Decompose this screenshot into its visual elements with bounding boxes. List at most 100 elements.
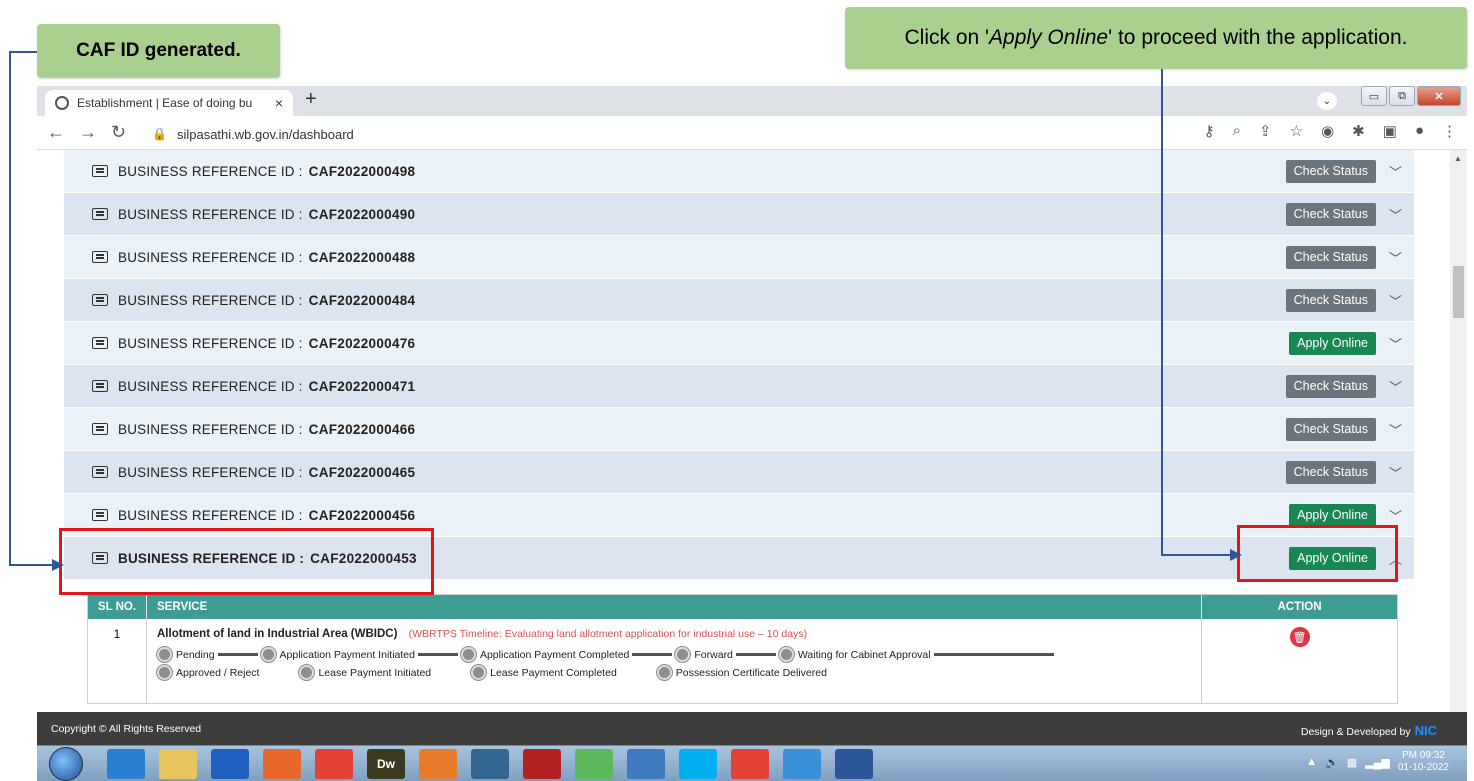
chevron-down-icon[interactable]: ﹀ — [1389, 162, 1402, 181]
service-row: 1 Allotment of land in Industrial Area (… — [88, 619, 1397, 703]
skype-icon[interactable] — [679, 749, 717, 779]
forward-icon[interactable]: → — [79, 122, 97, 143]
document-icon — [92, 294, 108, 306]
business-row[interactable]: BUSINESS REFERENCE ID : CAF2022000465 Chec… — [64, 451, 1414, 494]
chrome-icon[interactable] — [315, 749, 353, 779]
chevron-down-icon[interactable]: ﹀ — [1389, 420, 1402, 439]
new-tab-button[interactable]: + — [305, 88, 317, 111]
check-status-button[interactable]: Check Status — [1285, 417, 1376, 441]
tab-close-icon[interactable]: × — [275, 95, 283, 111]
ie-icon[interactable] — [107, 749, 145, 779]
check-status-button[interactable]: Check Status — [1285, 202, 1376, 226]
explorer-icon[interactable] — [159, 749, 197, 779]
browser-tab[interactable]: Establishment | Ease of doing bu × — [45, 90, 293, 116]
apply-online-button[interactable]: Apply Online — [1289, 331, 1376, 355]
row-caf-id: CAF2022000488 — [308, 249, 416, 265]
tab-search-icon[interactable]: ⌄ — [1317, 92, 1337, 110]
business-row[interactable]: BUSINESS REFERENCE ID : CAF2022000490 Chec… — [64, 193, 1414, 236]
zoom-icon[interactable]: ⌕ — [1233, 122, 1241, 140]
document-icon — [92, 165, 108, 177]
row-label: BUSINESS REFERENCE ID : — [118, 378, 303, 394]
status-step-label: Approved / Reject — [176, 666, 260, 679]
network-icon[interactable]: ▦ — [1347, 756, 1357, 769]
maximize-button[interactable]: ⧉ — [1389, 86, 1415, 106]
apply-online-button[interactable]: Apply Online — [1289, 503, 1376, 527]
chevron-down-icon[interactable]: ﹀ — [1389, 291, 1402, 310]
business-row[interactable]: BUSINESS REFERENCE ID : CAF2022000484 Chec… — [64, 279, 1414, 322]
sidepanel-icon[interactable]: ▣ — [1383, 122, 1397, 140]
chrome-icon[interactable] — [731, 749, 769, 779]
close-window-button[interactable]: ✕ — [1417, 86, 1461, 106]
xampp-icon[interactable] — [419, 749, 457, 779]
chevron-down-icon[interactable]: ﹀ — [1389, 377, 1402, 396]
check-status-button[interactable]: Check Status — [1285, 245, 1376, 269]
postgres-icon[interactable] — [471, 749, 509, 779]
status-dot-icon — [778, 647, 794, 662]
header-service: SERVICE — [146, 595, 1201, 619]
status-steps-line1: Pending Application Payment Initiated Appl… — [157, 647, 1191, 662]
start-button[interactable] — [49, 747, 83, 781]
check-status-button[interactable]: Check Status — [1285, 460, 1376, 484]
business-row[interactable]: BUSINESS REFERENCE ID : CAF2022000466 Chec… — [64, 408, 1414, 451]
lock-icon[interactable]: 🔒 — [152, 127, 167, 141]
nav-buttons: ← → ↻ — [47, 122, 126, 143]
status-dot-icon — [260, 647, 276, 662]
business-row[interactable]: BUSINESS REFERENCE ID : CAF2022000476 Appl… — [64, 322, 1414, 365]
check-status-button[interactable]: Check Status — [1285, 374, 1376, 398]
business-row[interactable]: BUSINESS REFERENCE ID : CAF2022000471 Chec… — [64, 365, 1414, 408]
clock-date: 01-10-2022 — [1397, 762, 1449, 773]
volume-icon[interactable]: 🔈 — [1325, 756, 1339, 769]
clock[interactable]: PM 09:32 01-10-2022 — [1398, 750, 1449, 774]
business-row[interactable]: BUSINESS REFERENCE ID : CAF2022000488 Chec… — [64, 236, 1414, 279]
row-label: BUSINESS REFERENCE ID : — [118, 206, 303, 222]
status-step-label: Lease Payment Completed — [490, 666, 617, 679]
browser-tab-strip: Establishment | Ease of doing bu × + ⌄ ▭… — [37, 86, 1467, 116]
status-dot-icon — [471, 665, 487, 680]
connector-left-bottom — [9, 564, 52, 566]
camera-icon[interactable]: ◉ — [1321, 122, 1334, 140]
service-table: SL NO. SERVICE ACTION 1 Allotment of lan… — [87, 594, 1398, 704]
extensions-icon[interactable]: ✱ — [1352, 122, 1365, 140]
chevron-down-icon[interactable]: ﹀ — [1389, 248, 1402, 267]
vertical-scrollbar[interactable]: ▲ — [1450, 150, 1467, 712]
chevron-down-icon[interactable]: ﹀ — [1389, 334, 1402, 353]
document-icon — [92, 337, 108, 349]
status-step-label: Application Payment Initiated — [279, 648, 415, 661]
delete-icon[interactable]: 🗑 — [1289, 627, 1310, 647]
filezilla-icon[interactable] — [523, 749, 561, 779]
scroll-up-icon[interactable]: ▲ — [1454, 154, 1462, 163]
notepad-icon[interactable] — [783, 749, 821, 779]
back-icon[interactable]: ← — [47, 122, 65, 143]
bookmark-star-icon[interactable]: ☆ — [1290, 122, 1303, 140]
firefox-icon[interactable] — [263, 749, 301, 779]
chevron-down-icon[interactable]: ﹀ — [1389, 205, 1402, 224]
url-field[interactable]: 🔒 silpasathi.wb.gov.in/dashboard — [152, 122, 1152, 146]
outlook-icon[interactable] — [211, 749, 249, 779]
minimize-button[interactable]: ▭ — [1361, 86, 1387, 106]
reload-icon[interactable]: ↻ — [111, 122, 126, 143]
status-dot-icon — [299, 665, 315, 680]
menu-icon[interactable]: ⋮ — [1442, 122, 1457, 140]
document-icon — [92, 466, 108, 478]
word-icon[interactable] — [835, 749, 873, 779]
status-connector — [217, 653, 258, 656]
check-status-button[interactable]: Check Status — [1285, 288, 1376, 312]
connector-left-vertical — [9, 51, 11, 565]
business-row[interactable]: BUSINESS REFERENCE ID : CAF2022000498 Chec… — [64, 150, 1414, 193]
python-icon[interactable] — [627, 749, 665, 779]
dreamweaver-icon[interactable]: Dw — [367, 749, 405, 779]
utorrent-icon[interactable] — [575, 749, 613, 779]
profile-icon[interactable]: ● — [1415, 122, 1424, 140]
check-status-button[interactable]: Check Status — [1285, 159, 1376, 183]
arrow-right-head — [1230, 549, 1242, 561]
signal-icon[interactable]: ▂▄▆ — [1365, 756, 1390, 769]
chevron-down-icon[interactable]: ﹀ — [1389, 506, 1402, 525]
browser-tools: ⚷ ⌕ ⇪ ☆ ◉ ✱ ▣ ● ⋮ — [1204, 122, 1457, 140]
status-connector — [933, 653, 1054, 656]
share-icon[interactable]: ⇪ — [1259, 122, 1272, 140]
chevron-down-icon[interactable]: ﹀ — [1389, 463, 1402, 482]
tray-arrow-icon[interactable]: ▲ — [1306, 756, 1317, 768]
key-icon[interactable]: ⚷ — [1204, 122, 1215, 140]
scroll-thumb[interactable] — [1453, 266, 1464, 318]
row-caf-id: CAF2022000466 — [308, 421, 416, 437]
